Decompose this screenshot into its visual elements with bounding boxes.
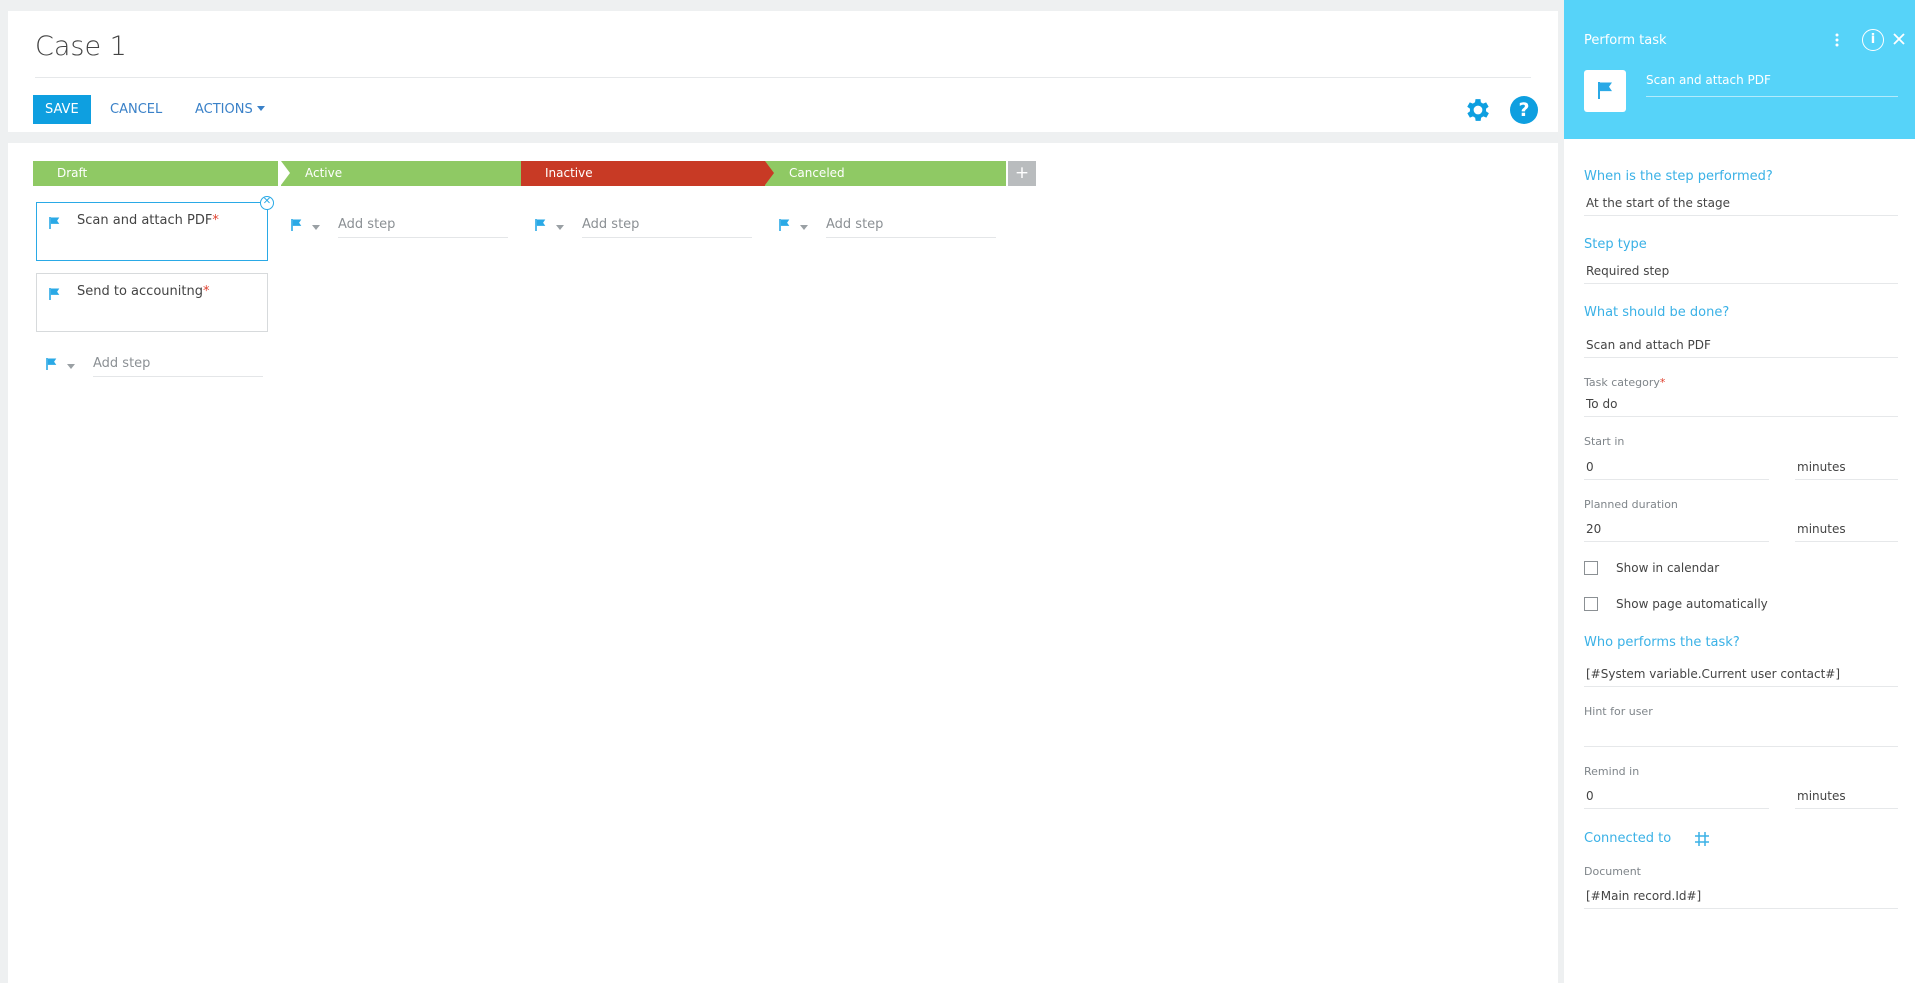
add-step-input[interactable]: Add step bbox=[93, 353, 263, 377]
stage-active[interactable]: Active bbox=[281, 161, 526, 186]
planned-duration-input[interactable]: 20 bbox=[1584, 518, 1769, 542]
close-icon[interactable] bbox=[1890, 30, 1908, 48]
flag-icon bbox=[49, 217, 60, 229]
cancel-button[interactable]: CANCEL bbox=[110, 95, 162, 124]
chevron-down-icon[interactable] bbox=[800, 225, 808, 230]
hint-label: Hint for user bbox=[1584, 705, 1653, 718]
stage-label: Canceled bbox=[789, 166, 845, 180]
start-in-label: Start in bbox=[1584, 435, 1625, 448]
document-field[interactable]: [#Main record.Id#] bbox=[1584, 885, 1898, 909]
start-in-input[interactable]: 0 bbox=[1584, 456, 1769, 480]
more-options-icon[interactable] bbox=[1832, 31, 1842, 49]
document-label: Document bbox=[1584, 865, 1641, 878]
flag-icon bbox=[535, 219, 546, 231]
save-button[interactable]: SAVE bbox=[33, 95, 91, 124]
planned-duration-label: Planned duration bbox=[1584, 498, 1678, 511]
step-card-send-to-accounting[interactable]: Send to accounitng* bbox=[36, 273, 268, 332]
page-header: Case 1 SAVE CANCEL ACTIONS ? bbox=[8, 11, 1558, 132]
stage-label: Draft bbox=[57, 166, 88, 180]
checkbox-label: Show page automatically bbox=[1616, 597, 1768, 611]
step-card-scan-attach-pdf[interactable]: Scan and attach PDF* ✕ bbox=[36, 196, 274, 261]
add-stage-button[interactable]: + bbox=[1008, 161, 1036, 186]
required-mark: * bbox=[212, 213, 219, 228]
caret-down-icon bbox=[256, 106, 265, 111]
required-mark: * bbox=[1659, 376, 1666, 389]
add-step-inactive[interactable]: Add step bbox=[534, 214, 762, 238]
chevron-down-icon[interactable] bbox=[556, 225, 564, 230]
remind-in-label: Remind in bbox=[1584, 765, 1640, 778]
when-field[interactable]: At the start of the stage bbox=[1584, 192, 1898, 216]
connected-heading: Connected to bbox=[1584, 831, 1672, 846]
who-field[interactable]: [#System variable.Current user contact#] bbox=[1584, 663, 1898, 687]
actions-menu-button[interactable]: ACTIONS bbox=[195, 95, 265, 124]
actions-label: ACTIONS bbox=[195, 102, 253, 117]
task-category-label: Task category* bbox=[1584, 376, 1666, 389]
checkbox-box[interactable] bbox=[1584, 597, 1598, 611]
stage-canceled[interactable]: Canceled bbox=[765, 161, 1006, 186]
help-icon[interactable]: ? bbox=[1510, 96, 1538, 124]
stage-inactive[interactable]: Inactive bbox=[521, 161, 766, 186]
show-in-calendar-checkbox[interactable]: Show in calendar bbox=[1584, 560, 1784, 578]
what-field[interactable]: Scan and attach PDF bbox=[1584, 334, 1898, 358]
add-step-canceled[interactable]: Add step bbox=[778, 214, 1006, 238]
flag-icon bbox=[49, 288, 60, 300]
title-divider bbox=[35, 77, 1531, 78]
checkbox-label: Show in calendar bbox=[1616, 561, 1720, 575]
info-icon[interactable]: i bbox=[1862, 29, 1884, 51]
required-mark: * bbox=[202, 284, 210, 299]
remind-in-unit-select[interactable]: minutes bbox=[1795, 785, 1898, 809]
who-heading: Who performs the task? bbox=[1584, 635, 1740, 650]
stage-label: Inactive bbox=[545, 166, 593, 180]
planned-duration-unit-select[interactable]: minutes bbox=[1795, 518, 1898, 542]
step-type-field[interactable]: Required step bbox=[1584, 260, 1898, 284]
add-step-draft[interactable]: Add step bbox=[45, 353, 273, 377]
what-heading: What should be done? bbox=[1584, 305, 1730, 320]
flag-icon bbox=[46, 358, 57, 370]
flag-icon bbox=[779, 219, 790, 231]
add-step-input[interactable]: Add step bbox=[582, 214, 752, 238]
connection-settings-icon[interactable] bbox=[1694, 831, 1710, 847]
task-icon bbox=[1584, 70, 1626, 112]
chevron-down-icon[interactable] bbox=[67, 364, 75, 369]
checkbox-box[interactable] bbox=[1584, 561, 1598, 575]
chevron-down-icon[interactable] bbox=[312, 225, 320, 230]
stage-label: Active bbox=[305, 166, 343, 180]
step-label: Scan and attach PDF bbox=[77, 213, 213, 228]
page-title: Case 1 bbox=[35, 31, 127, 62]
hint-field[interactable] bbox=[1584, 723, 1898, 747]
step-type-heading: Step type bbox=[1584, 237, 1647, 252]
task-name-field[interactable]: Scan and attach PDF bbox=[1646, 73, 1898, 97]
remove-step-icon[interactable]: ✕ bbox=[260, 196, 274, 210]
panel-title: Perform task bbox=[1584, 33, 1667, 48]
add-step-input[interactable]: Add step bbox=[826, 214, 996, 238]
stage-draft[interactable]: Draft bbox=[33, 161, 278, 186]
remind-in-input[interactable]: 0 bbox=[1584, 785, 1769, 809]
flag-icon bbox=[291, 219, 302, 231]
add-step-active[interactable]: Add step bbox=[290, 214, 518, 238]
perform-task-panel: Perform task i Scan and attach PDF When … bbox=[1564, 0, 1915, 983]
when-heading: When is the step performed? bbox=[1584, 169, 1773, 184]
step-label: Send to accounitng bbox=[77, 284, 203, 299]
start-in-unit-select[interactable]: minutes bbox=[1795, 456, 1898, 480]
case-designer-canvas: Draft Active Inactive Canceled + Scan an… bbox=[8, 143, 1558, 983]
add-step-input[interactable]: Add step bbox=[338, 214, 508, 238]
gear-icon[interactable] bbox=[1463, 95, 1493, 125]
show-page-automatically-checkbox[interactable]: Show page automatically bbox=[1584, 596, 1804, 614]
flag-icon bbox=[1598, 82, 1612, 99]
task-category-field[interactable]: To do bbox=[1584, 393, 1898, 417]
panel-header: Perform task i Scan and attach PDF bbox=[1564, 0, 1915, 139]
